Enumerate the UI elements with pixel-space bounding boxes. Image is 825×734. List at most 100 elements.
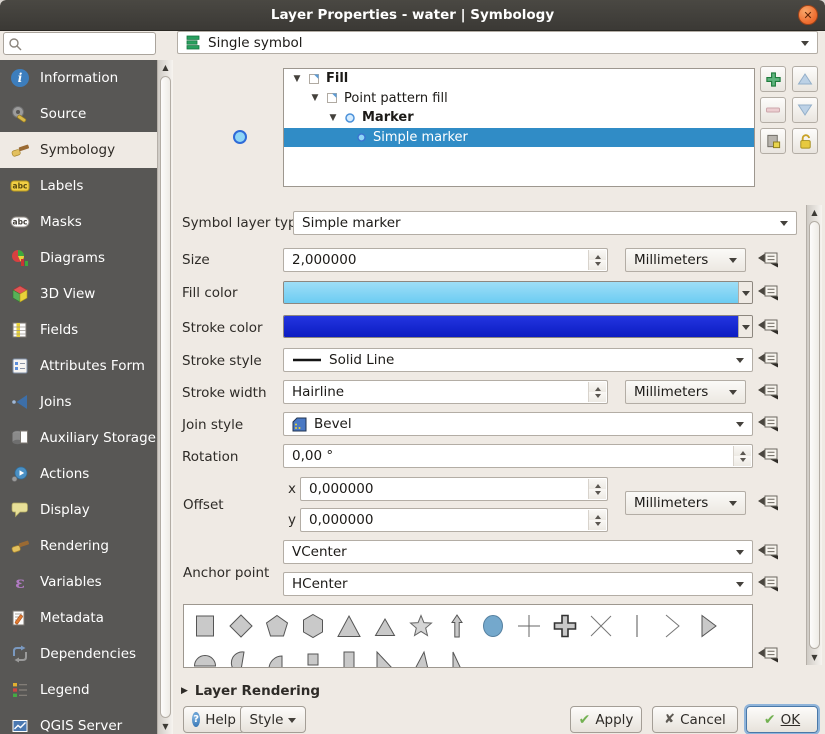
- stroke-color-data-defined-button[interactable]: [757, 317, 780, 337]
- tree-row-simple-marker[interactable]: Simple marker: [284, 127, 754, 147]
- scrollbar-thumb[interactable]: [160, 76, 171, 718]
- help-button[interactable]: ? Help: [183, 706, 245, 733]
- sidebar-item-3d-view[interactable]: 3D View: [0, 276, 157, 312]
- shape-pentagon[interactable]: [260, 611, 294, 641]
- shape-equilateral-triangle[interactable]: [368, 611, 402, 641]
- search-box[interactable]: [3, 32, 156, 55]
- properties-scrollbar[interactable]: ▲ ▼: [806, 205, 822, 665]
- stroke-color-dropdown[interactable]: [738, 316, 752, 337]
- spin-up-icon[interactable]: [589, 250, 606, 260]
- shape-right-half-triangle[interactable]: [404, 646, 438, 667]
- anchor-vertical-data-defined-button[interactable]: [757, 542, 780, 562]
- fill-color-data-defined-button[interactable]: [757, 283, 780, 303]
- anchor-vertical-combo[interactable]: VCenter: [283, 540, 753, 564]
- tree-row-point-pattern-fill[interactable]: ▼ Point pattern fill: [284, 89, 754, 109]
- offset-y-spinbox[interactable]: 0,000000: [300, 508, 608, 532]
- spin-up-icon[interactable]: [589, 510, 606, 520]
- sidebar-item-actions[interactable]: Actions: [0, 456, 157, 492]
- shape-hexagon[interactable]: [296, 611, 330, 641]
- sidebar-item-source[interactable]: Source: [0, 96, 157, 132]
- stroke-width-spinbox[interactable]: Hairline: [283, 380, 608, 404]
- symbol-layer-type-combo[interactable]: Simple marker: [293, 211, 797, 235]
- move-up-button[interactable]: [792, 66, 818, 92]
- style-button[interactable]: Style: [240, 706, 306, 733]
- shape-semi-circle[interactable]: [188, 646, 222, 667]
- rotation-data-defined-button[interactable]: [757, 446, 780, 466]
- apply-button[interactable]: ✔ Apply: [570, 706, 642, 733]
- tree-row-fill[interactable]: ▼ Fill: [284, 69, 754, 89]
- spin-down-icon[interactable]: [589, 520, 606, 530]
- scroll-up-icon[interactable]: ▲: [158, 63, 173, 72]
- add-symbol-layer-button[interactable]: [760, 66, 786, 92]
- sidebar-item-auxiliary-storage[interactable]: Auxiliary Storage: [0, 420, 157, 456]
- shape-arrowhead[interactable]: [656, 611, 690, 641]
- shape-diagonal-half-square[interactable]: [368, 646, 402, 667]
- sidebar-item-joins[interactable]: Joins: [0, 384, 157, 420]
- ok-button[interactable]: ✔ OK: [746, 706, 818, 733]
- shape-third-circle[interactable]: [224, 646, 258, 667]
- offset-unit-combo[interactable]: Millimeters: [625, 491, 746, 515]
- cancel-button[interactable]: ✘ Cancel: [652, 706, 738, 733]
- scrollbar-thumb[interactable]: [809, 221, 820, 649]
- shape-quarter-circle[interactable]: [260, 646, 294, 667]
- offset-data-defined-button[interactable]: [757, 493, 780, 513]
- shape-arrow[interactable]: [440, 611, 474, 641]
- sidebar-item-information[interactable]: i Information: [0, 60, 157, 96]
- duplicate-symbol-layer-button[interactable]: [760, 128, 786, 154]
- tree-row-marker[interactable]: ▼ Marker: [284, 108, 754, 128]
- stroke-width-unit-combo[interactable]: Millimeters: [625, 380, 746, 404]
- fill-color-dropdown[interactable]: [738, 282, 752, 303]
- spin-up-icon[interactable]: [589, 479, 606, 489]
- shape-filled-arrowhead[interactable]: [692, 611, 726, 641]
- layer-rendering-toggle[interactable]: ▶ Layer Rendering: [181, 683, 320, 699]
- scroll-up-icon[interactable]: ▲: [807, 208, 822, 217]
- stroke-width-data-defined-button[interactable]: [757, 382, 780, 402]
- stroke-color-button[interactable]: [283, 315, 753, 338]
- scroll-down-icon[interactable]: ▼: [158, 722, 173, 731]
- renderer-combo[interactable]: Single symbol: [177, 31, 818, 54]
- close-icon[interactable]: ✕: [798, 5, 818, 25]
- shape-star[interactable]: [404, 611, 438, 641]
- spin-down-icon[interactable]: [589, 260, 606, 270]
- shape-data-defined-button[interactable]: [757, 645, 780, 665]
- sidebar-item-display[interactable]: Display: [0, 492, 157, 528]
- shape-cross[interactable]: [512, 611, 546, 641]
- shape-circle-selected[interactable]: [476, 611, 510, 641]
- fill-color-button[interactable]: [283, 281, 753, 304]
- sidebar-item-masks[interactable]: abc Masks: [0, 204, 157, 240]
- rotation-spinbox[interactable]: 0,00 °: [283, 444, 753, 468]
- shape-cross-fill[interactable]: [548, 611, 582, 641]
- sidebar-item-symbology[interactable]: Symbology: [0, 132, 157, 168]
- sidebar-item-attributes-form[interactable]: Attributes Form: [0, 348, 157, 384]
- stroke-style-data-defined-button[interactable]: [757, 350, 780, 370]
- size-data-defined-button[interactable]: [757, 250, 780, 270]
- shape-half-square[interactable]: [332, 646, 366, 667]
- shape-quarter-square[interactable]: [296, 646, 330, 667]
- shape-square[interactable]: [188, 611, 222, 641]
- join-style-data-defined-button[interactable]: [757, 414, 780, 434]
- sidebar-item-variables[interactable]: ε Variables: [0, 564, 157, 600]
- size-spinbox[interactable]: 2,000000: [283, 248, 608, 272]
- offset-x-spinbox[interactable]: 0,000000: [300, 477, 608, 501]
- lock-colors-button[interactable]: [792, 128, 818, 154]
- spin-up-icon[interactable]: [589, 382, 606, 392]
- spin-down-icon[interactable]: [589, 489, 606, 499]
- anchor-horizontal-data-defined-button[interactable]: [757, 574, 780, 594]
- sidebar-item-diagrams[interactable]: Diagrams: [0, 240, 157, 276]
- title-bar[interactable]: Layer Properties - water | Symbology ✕: [0, 0, 825, 31]
- shape-left-half-triangle[interactable]: [440, 646, 474, 667]
- sidebar-item-metadata[interactable]: Metadata: [0, 600, 157, 636]
- sidebar-item-labels[interactable]: abc Labels: [0, 168, 157, 204]
- stroke-style-combo[interactable]: Solid Line: [283, 348, 753, 372]
- shape-line[interactable]: [620, 611, 654, 641]
- sidebar-item-dependencies[interactable]: Dependencies: [0, 636, 157, 672]
- sidebar-item-rendering[interactable]: Rendering: [0, 528, 157, 564]
- shape-cross2[interactable]: [584, 611, 618, 641]
- shape-diamond[interactable]: [224, 611, 258, 641]
- sidebar-item-fields[interactable]: Fields: [0, 312, 157, 348]
- spin-down-icon[interactable]: [734, 456, 751, 466]
- expand-icon[interactable]: ▼: [310, 93, 320, 103]
- sidebar-scrollbar[interactable]: ▲ ▼: [157, 60, 173, 734]
- spin-down-icon[interactable]: [589, 392, 606, 402]
- expand-icon[interactable]: ▼: [328, 113, 338, 123]
